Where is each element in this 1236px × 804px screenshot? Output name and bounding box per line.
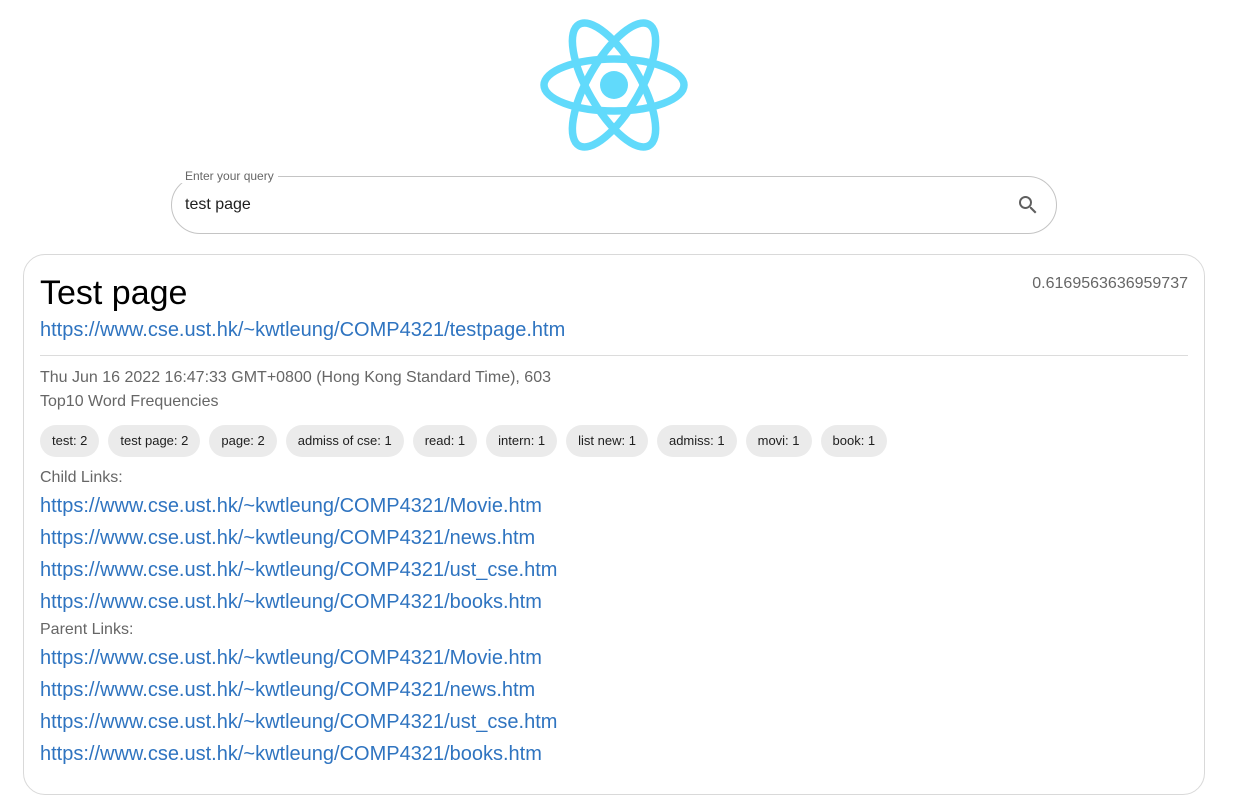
word-frequency-label: Top10 Word Frequencies bbox=[40, 393, 219, 410]
divider bbox=[40, 355, 1188, 356]
keyword-chip[interactable]: intern: 1 bbox=[486, 425, 558, 457]
parent-links-list: https://www.cse.ust.hk/~kwtleung/COMP432… bbox=[40, 642, 557, 770]
child-link[interactable]: https://www.cse.ust.hk/~kwtleung/COMP432… bbox=[40, 522, 557, 554]
search-field[interactable]: Enter your query bbox=[171, 169, 1057, 234]
search-input[interactable] bbox=[185, 193, 985, 217]
keyword-chip-list: test: 2 test page: 2 page: 2 admiss of c… bbox=[40, 425, 888, 457]
child-links-label: Child Links: bbox=[40, 469, 123, 486]
result-card: Test page 0.6169563636959737 https://www… bbox=[23, 254, 1205, 795]
keyword-chip[interactable]: admiss: 1 bbox=[656, 425, 737, 457]
search-field-label: Enter your query bbox=[181, 169, 278, 183]
parent-link[interactable]: https://www.cse.ust.hk/~kwtleung/COMP432… bbox=[40, 706, 557, 738]
result-meta: Thu Jun 16 2022 16:47:33 GMT+0800 (Hong … bbox=[40, 369, 551, 386]
keyword-chip[interactable]: list new: 1 bbox=[566, 425, 648, 457]
page: Enter your query Test page 0.61695636369… bbox=[0, 0, 1236, 804]
keyword-chip[interactable]: admiss of cse: 1 bbox=[285, 425, 404, 457]
keyword-chip[interactable]: movi: 1 bbox=[745, 425, 812, 457]
parent-link[interactable]: https://www.cse.ust.hk/~kwtleung/COMP432… bbox=[40, 642, 557, 674]
keyword-chip[interactable]: read: 1 bbox=[412, 425, 478, 457]
child-links-list: https://www.cse.ust.hk/~kwtleung/COMP432… bbox=[40, 490, 557, 618]
keyword-chip[interactable]: test page: 2 bbox=[108, 425, 201, 457]
keyword-chip[interactable]: page: 2 bbox=[209, 425, 277, 457]
parent-links-label: Parent Links: bbox=[40, 621, 134, 638]
keyword-chip[interactable]: book: 1 bbox=[820, 425, 888, 457]
parent-link[interactable]: https://www.cse.ust.hk/~kwtleung/COMP432… bbox=[40, 674, 557, 706]
search-button[interactable] bbox=[1016, 193, 1040, 217]
parent-link[interactable]: https://www.cse.ust.hk/~kwtleung/COMP432… bbox=[40, 738, 557, 770]
react-logo-icon bbox=[540, 19, 688, 151]
result-url-link[interactable]: https://www.cse.ust.hk/~kwtleung/COMP432… bbox=[40, 318, 565, 342]
search-icon bbox=[1019, 196, 1037, 214]
result-title: Test page bbox=[40, 274, 188, 312]
child-link[interactable]: https://www.cse.ust.hk/~kwtleung/COMP432… bbox=[40, 554, 557, 586]
result-score: 0.6169563636959737 bbox=[1032, 275, 1188, 292]
child-link[interactable]: https://www.cse.ust.hk/~kwtleung/COMP432… bbox=[40, 586, 557, 618]
child-link[interactable]: https://www.cse.ust.hk/~kwtleung/COMP432… bbox=[40, 490, 557, 522]
keyword-chip[interactable]: test: 2 bbox=[40, 425, 100, 457]
